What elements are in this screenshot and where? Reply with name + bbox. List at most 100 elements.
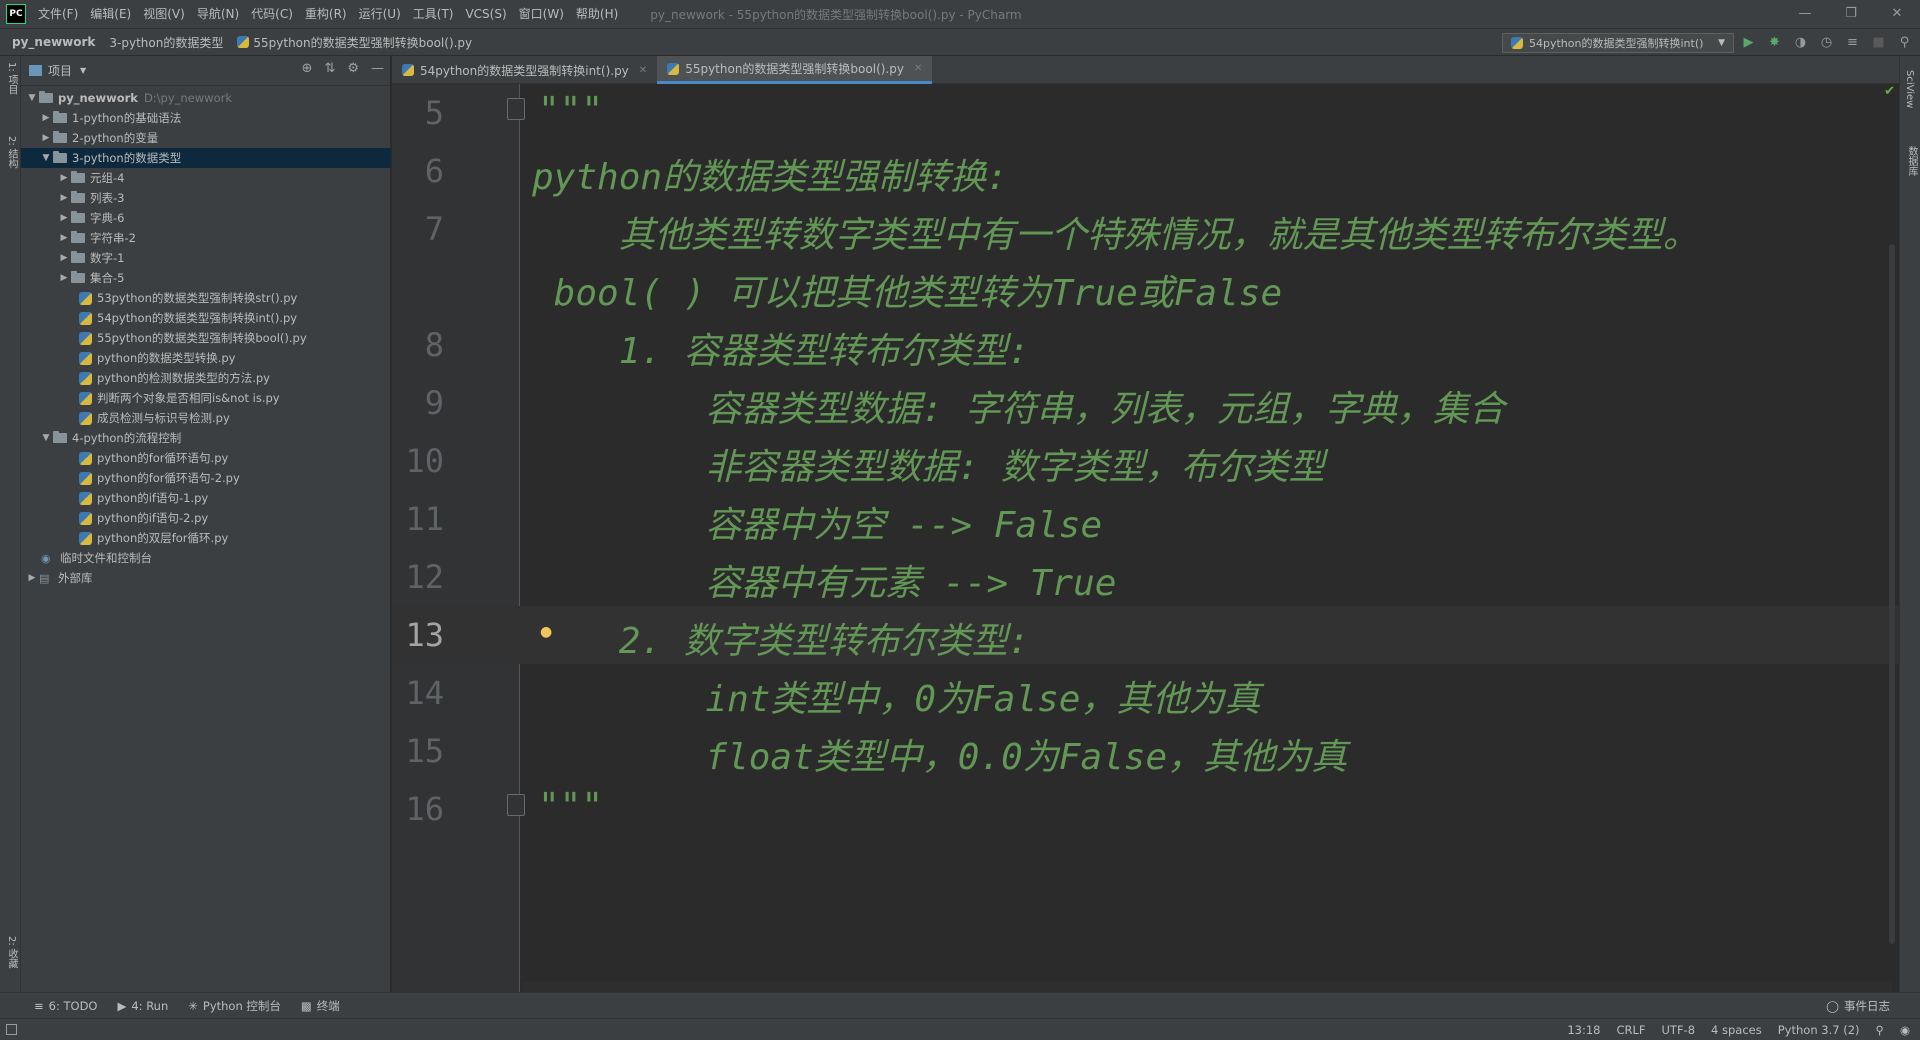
tree-folder[interactable]: ▶ 数字-1 xyxy=(21,248,391,268)
tree-file[interactable]: 判断两个对象是否相同is&not is.py xyxy=(21,388,391,408)
favorites-tool-button[interactable]: 2: 收藏 xyxy=(4,936,19,969)
search-icon[interactable]: ⚲ xyxy=(1895,33,1914,53)
hide-icon[interactable]: — xyxy=(371,61,384,76)
toggle-tool-windows-icon[interactable] xyxy=(6,1024,17,1035)
menu-help[interactable]: 帮助(H) xyxy=(570,0,624,28)
menu-view[interactable]: 视图(V) xyxy=(137,0,191,28)
menu-code[interactable]: 代码(C) xyxy=(245,0,299,28)
tree-file[interactable]: python的for循环语句-2.py xyxy=(21,468,391,488)
code-line[interactable]: 9 容器类型数据: 字符串，列表，元组，字典，集合 xyxy=(392,374,1899,432)
tree-folder[interactable]: ▶ 字符串-2 xyxy=(21,228,391,248)
file-encoding[interactable]: UTF-8 xyxy=(1662,1023,1696,1037)
code-line-current[interactable]: 13 ● 2. 数字类型转布尔类型: xyxy=(392,606,1899,664)
editor-tab-active[interactable]: 55python的数据类型强制转换bool().py ✕ xyxy=(657,56,933,84)
menu-vcs[interactable]: VCS(S) xyxy=(459,0,512,28)
menu-window[interactable]: 窗口(W) xyxy=(513,0,570,28)
breadcrumb-project[interactable]: py_newwork xyxy=(0,35,102,49)
collapse-icon[interactable]: ⇅ xyxy=(324,61,335,76)
lock-icon[interactable]: ⚲ xyxy=(1876,1023,1884,1037)
restore-icon[interactable]: ❐ xyxy=(1828,0,1874,28)
collapse-arrow-icon[interactable]: ▶ xyxy=(57,213,71,223)
tree-file[interactable]: 54python的数据类型强制转换int().py xyxy=(21,308,391,328)
expand-icon[interactable]: ▼ xyxy=(39,153,53,163)
fold-icon[interactable] xyxy=(507,98,525,120)
tool-tab-terminal[interactable]: ▩ 终端 xyxy=(291,998,350,1014)
code-line[interactable]: 7 其他类型转数字类型中有一个特殊情况，就是其他类型转布尔类型。 xyxy=(392,200,1899,258)
collapse-arrow-icon[interactable]: ▶ xyxy=(57,233,71,243)
tree-file[interactable]: python的if语句-2.py xyxy=(21,508,391,528)
code-line[interactable]: 10 非容器类型数据: 数字类型，布尔类型 xyxy=(392,432,1899,490)
menu-run[interactable]: 运行(U) xyxy=(353,0,407,28)
interpreter-selector[interactable]: Python 3.7 (2) xyxy=(1778,1023,1860,1037)
tool-tab-python-console[interactable]: ✳ Python 控制台 xyxy=(178,998,291,1014)
code-line[interactable]: 8 1. 容器类型转布尔类型: xyxy=(392,316,1899,374)
project-view-label[interactable]: 项目 xyxy=(48,62,72,79)
inspector-icon[interactable]: ◉ xyxy=(1900,1023,1910,1037)
horizontal-scrollbar[interactable] xyxy=(522,982,1892,992)
tree-folder[interactable]: ▶ 1-python的基础语法 xyxy=(21,108,391,128)
tree-file[interactable]: python的双层for循环.py xyxy=(21,528,391,548)
build-icon[interactable]: ≡ xyxy=(1843,33,1862,53)
tree-file[interactable]: 53python的数据类型强制转换str().py xyxy=(21,288,391,308)
collapse-arrow-icon[interactable]: ▶ xyxy=(57,273,71,283)
close-icon[interactable]: ✕ xyxy=(914,63,922,74)
gear-icon[interactable]: ⚙ xyxy=(347,61,359,76)
caret-position[interactable]: 13:18 xyxy=(1567,1023,1600,1037)
code-line[interactable]: 15 float类型中，0.0为False，其他为真 xyxy=(392,722,1899,780)
tree-file[interactable]: python的检测数据类型的方法.py xyxy=(21,368,391,388)
run-icon[interactable]: ▶ xyxy=(1739,33,1758,53)
fold-icon[interactable] xyxy=(507,794,525,816)
line-separator[interactable]: CRLF xyxy=(1616,1023,1645,1037)
tree-file[interactable]: python的数据类型转换.py xyxy=(21,348,391,368)
code-line[interactable]: 14 int类型中，0为False，其他为真 xyxy=(392,664,1899,722)
collapse-arrow-icon[interactable]: ▶ xyxy=(25,573,39,583)
stop-icon[interactable]: ■ xyxy=(1869,33,1888,53)
menu-edit[interactable]: 编辑(E) xyxy=(84,0,137,28)
tree-file[interactable]: 55python的数据类型强制转换bool().py xyxy=(21,328,391,348)
event-log-button[interactable]: ◯ 事件日志 xyxy=(1826,998,1890,1014)
locate-icon[interactable]: ⊕ xyxy=(302,61,313,76)
tree-folder[interactable]: ▼ 4-python的流程控制 xyxy=(21,428,391,448)
menu-tools[interactable]: 工具(T) xyxy=(407,0,460,28)
indent-setting[interactable]: 4 spaces xyxy=(1711,1023,1762,1037)
tree-folder[interactable]: ▶ 集合-5 xyxy=(21,268,391,288)
tree-file[interactable]: 成员检测与标识号检测.py xyxy=(21,408,391,428)
sciview-tool-button[interactable]: SciView xyxy=(1904,70,1915,108)
tree-file[interactable]: python的if语句-1.py xyxy=(21,488,391,508)
code-line[interactable]: 16 """ xyxy=(392,780,1899,838)
tool-tab-todo[interactable]: ≡ 6: TODO xyxy=(24,999,107,1013)
code-editor[interactable]: ✔ 5 """ 6 python的数据类型强制转换: 7 其他类型转数字类型中有… xyxy=(392,84,1899,992)
tree-folder[interactable]: ▶ 字典-6 xyxy=(21,208,391,228)
tree-scratches[interactable]: ◉ 临时文件和控制台 xyxy=(21,548,391,568)
breadcrumb-folder[interactable]: 3-python的数据类型 xyxy=(102,34,230,51)
collapse-arrow-icon[interactable]: ▶ xyxy=(39,133,53,143)
vertical-scrollbar[interactable] xyxy=(1889,244,1895,944)
tree-folder[interactable]: ▶ 2-python的变量 xyxy=(21,128,391,148)
code-line-wrapped[interactable]: bool( ) 可以把其他类型转为True或False xyxy=(392,258,1899,316)
tree-folder-selected[interactable]: ▼ 3-python的数据类型 xyxy=(21,148,391,168)
project-tool-button[interactable]: 1: 项目 xyxy=(4,62,19,95)
coverage-icon[interactable]: ◑ xyxy=(1791,33,1810,53)
code-line[interactable]: 6 python的数据类型强制转换: xyxy=(392,142,1899,200)
tree-folder[interactable]: ▶ 列表-3 xyxy=(21,188,391,208)
collapse-arrow-icon[interactable]: ▶ xyxy=(57,173,71,183)
chevron-down-icon[interactable]: ▼ xyxy=(80,66,86,75)
tree-external-libraries[interactable]: ▶ ▤ 外部库 xyxy=(21,568,391,588)
editor-tab[interactable]: 54python的数据类型强制转换int().py ✕ xyxy=(392,56,657,84)
profile-icon[interactable]: ◷ xyxy=(1817,33,1836,53)
database-tool-button[interactable]: 数据库 xyxy=(1904,146,1919,176)
tool-tab-run[interactable]: ▶ 4: Run xyxy=(107,999,178,1013)
minimize-icon[interactable]: — xyxy=(1782,0,1828,28)
collapse-arrow-icon[interactable]: ▶ xyxy=(39,113,53,123)
close-icon[interactable]: ✕ xyxy=(1874,0,1920,28)
collapse-arrow-icon[interactable]: ▶ xyxy=(57,193,71,203)
menu-navigate[interactable]: 导航(N) xyxy=(191,0,245,28)
expand-icon[interactable]: ▼ xyxy=(25,93,39,103)
tree-folder[interactable]: ▶ 元组-4 xyxy=(21,168,391,188)
tree-root[interactable]: ▼ py_newwork D:\py_newwork xyxy=(21,88,391,108)
debug-icon[interactable]: ✸ xyxy=(1765,33,1784,53)
run-config-select[interactable]: 54python的数据类型强制转换int() ▼ xyxy=(1502,33,1734,53)
code-line[interactable]: 11 容器中为空 --> False xyxy=(392,490,1899,548)
code-line[interactable]: 5 """ xyxy=(392,84,1899,142)
collapse-arrow-icon[interactable]: ▶ xyxy=(57,253,71,263)
